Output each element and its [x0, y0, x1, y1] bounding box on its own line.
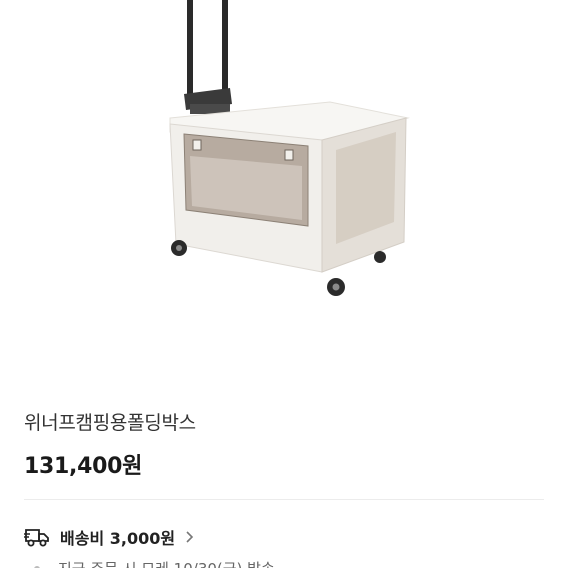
shipping-fee-label: 배송비 3,000원: [60, 529, 176, 548]
wheel-back-right: [374, 251, 386, 263]
shipping-fee-button[interactable]: 배송비 3,000원: [24, 524, 195, 550]
product-image[interactable]: [0, 0, 568, 380]
product-price: 131,400원: [24, 454, 143, 479]
divider: [24, 499, 544, 500]
product-photo: [169, 0, 410, 296]
handle-left-pole: [187, 0, 193, 96]
product-title: 위너프캠핑용폴딩박스: [24, 412, 196, 434]
shipping-note: 지금 주문 시 모레 10/30(금) 발송: [58, 558, 275, 568]
chevron-right-icon: [186, 531, 194, 543]
latch-left: [192, 139, 202, 151]
handle-right-pole: [222, 0, 228, 96]
truck-icon: [24, 529, 49, 547]
latch-right: [284, 149, 294, 161]
